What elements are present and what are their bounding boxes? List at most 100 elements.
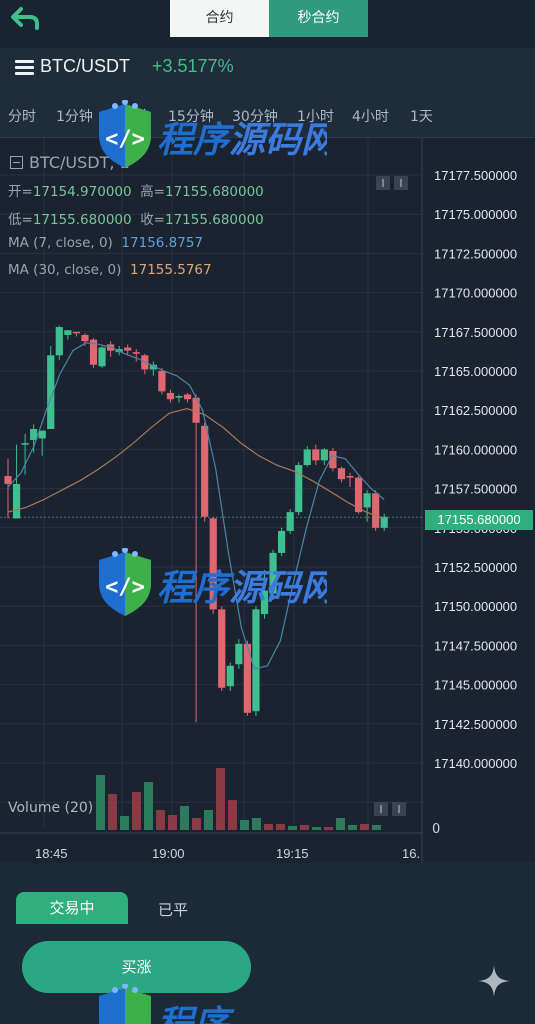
svg-text:</>: </> — [105, 575, 145, 600]
ma7-legend: MA (7, close, 0) 17156.8757 — [8, 235, 204, 251]
candle-body — [320, 449, 328, 461]
candle-body — [38, 430, 46, 439]
volume-bar — [108, 794, 117, 830]
candle-body — [303, 449, 311, 466]
y-tick-label: 17165.000000 — [434, 364, 517, 379]
candle-body — [72, 331, 80, 334]
volume-bar — [336, 818, 345, 830]
y-tick-label: 17142.500000 — [434, 717, 517, 732]
contract-type-switch: 合约 秒合约 — [170, 0, 368, 37]
candle-body — [380, 516, 388, 528]
volume-bar — [180, 806, 189, 830]
volume-legend-controls[interactable] — [374, 802, 406, 816]
candle-body — [235, 643, 243, 665]
tab-second-contract[interactable]: 秒合约 — [269, 0, 368, 37]
volume-bar — [312, 827, 321, 830]
candle-body — [124, 347, 132, 351]
volume-settings-icon[interactable] — [392, 802, 406, 816]
watermark-logo: 程序 — [99, 984, 235, 1024]
candle-body — [226, 665, 234, 687]
top-bar: 合约 秒合约 — [0, 0, 535, 48]
sparkle-icon[interactable] — [476, 963, 512, 999]
candle-body — [158, 371, 166, 392]
interval-timeline[interactable]: 分时 — [8, 106, 36, 126]
tab-trading[interactable]: 交易中 — [16, 892, 128, 924]
interval-1m[interactable]: 1分钟 — [56, 106, 93, 126]
volume-bar — [300, 825, 309, 830]
svg-text:源码网: 源码网 — [229, 568, 327, 609]
time-label: 19:15 — [276, 846, 309, 861]
interval-1d[interactable]: 1天 — [410, 106, 433, 126]
ohlc-row-2: 低=17155.680000 收=17155.680000 — [8, 212, 264, 228]
volume-label: Volume (20) — [8, 800, 94, 816]
candle-body — [175, 396, 183, 398]
volume-bar — [288, 826, 297, 830]
pair-name[interactable]: BTC/USDT — [40, 56, 130, 77]
hamburger-menu-icon[interactable] — [15, 60, 34, 76]
volume-bar — [216, 768, 225, 830]
volume-bar — [360, 824, 369, 830]
time-label: 16. — [402, 846, 421, 861]
candle-body — [218, 609, 226, 688]
svg-text:</>: </> — [105, 127, 145, 152]
volume-zero-label: 0 — [432, 822, 441, 837]
volume-toggle-icon[interactable] — [374, 802, 388, 816]
volume-bar — [372, 825, 381, 830]
current-price-label: 17155.680000 — [425, 510, 533, 530]
candle-body — [12, 483, 21, 519]
y-tick-label: 17177.500000 — [434, 168, 517, 183]
pair-change: +3.5177% — [152, 56, 234, 76]
pair-bar: BTC/USDT +3.5177% — [0, 48, 535, 88]
tab-contract[interactable]: 合约 — [170, 0, 269, 37]
volume-bar — [204, 810, 213, 830]
tab-closed[interactable]: 已平 — [158, 899, 188, 920]
volume-bar — [144, 782, 153, 830]
candle-body — [346, 476, 354, 478]
volume-bar — [156, 810, 165, 830]
candle-body — [4, 476, 12, 484]
y-tick-label: 17152.500000 — [434, 560, 517, 575]
kline-chart[interactable]: 17177.500000 17175.000000 17172.500000 1717… — [0, 138, 535, 863]
volume-bar — [348, 825, 357, 830]
watermark-logo: </> 程序 源码网 — [99, 100, 327, 168]
candle-body — [201, 425, 209, 517]
y-tick-label: 17162.500000 — [434, 403, 517, 418]
legend-toggle-icon[interactable] — [376, 176, 390, 190]
volume-bar — [324, 827, 333, 830]
candle-body — [183, 394, 192, 400]
candle-body — [21, 443, 29, 445]
back-arrow-icon[interactable] — [10, 6, 42, 32]
volume-bar — [252, 818, 261, 830]
svg-text:程序: 程序 — [157, 1004, 235, 1024]
interval-4h[interactable]: 4小时 — [352, 106, 389, 126]
collapse-icon[interactable] — [10, 156, 23, 169]
svg-text:源码网: 源码网 — [229, 120, 327, 161]
y-tick-label: 17150.000000 — [434, 599, 517, 614]
chart-legend-controls[interactable] — [376, 176, 408, 190]
watermark-logo: </> 程序 源码网 — [99, 548, 327, 616]
ohlc-row-1: 开=17154.970000 高=17155.680000 — [8, 184, 264, 200]
y-tick-label: 17147.500000 — [434, 638, 517, 653]
volume-bar — [132, 792, 141, 830]
y-tick-label: 17172.500000 — [434, 246, 517, 261]
y-tick-label: 17140.000000 — [434, 756, 517, 771]
y-tick-label: 17160.000000 — [434, 442, 517, 457]
candle-body — [98, 347, 106, 367]
candle-body — [166, 392, 175, 400]
candle-body — [55, 327, 63, 356]
candle-body — [372, 493, 380, 528]
y-tick-label: 17175.000000 — [434, 207, 517, 222]
legend-settings-icon[interactable] — [394, 176, 408, 190]
candle-body — [363, 493, 371, 508]
candle-body — [312, 449, 320, 461]
candle-body — [132, 352, 140, 354]
candle-body — [81, 334, 89, 342]
y-tick-label: 17157.500000 — [434, 482, 517, 497]
candle-body — [64, 330, 72, 335]
candle-body — [252, 609, 260, 712]
volume-bar — [120, 816, 129, 830]
volume-bar — [240, 820, 249, 830]
svg-text:程序: 程序 — [157, 120, 235, 161]
volume-bar — [96, 775, 105, 830]
volume-bar — [228, 800, 237, 830]
